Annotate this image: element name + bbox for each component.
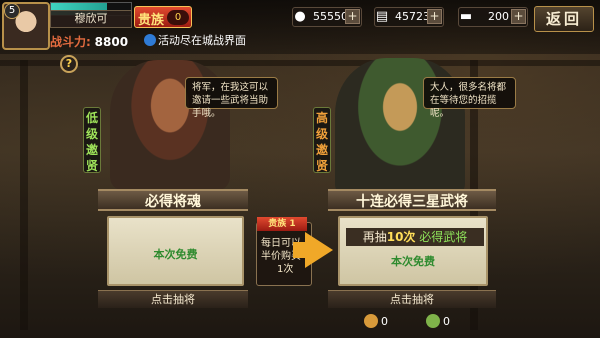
ten-draw-line: 再抽10次 必得武将 — [346, 228, 484, 246]
info-icon — [144, 34, 156, 46]
coin-value: 55550 — [313, 10, 348, 23]
low-recruit-speech: 将军，在我这可以邀请一些武将当助手哦。 — [185, 77, 278, 119]
high-recruit-panel[interactable]: 再抽10次 必得武将 本次免费 — [338, 216, 488, 286]
player-level-badge: 5 — [4, 3, 20, 19]
jade-token-icon — [426, 314, 440, 328]
background-pillar — [20, 60, 28, 330]
event-notice-text: 活动尽在城战界面 — [158, 34, 246, 47]
vip-label: 贵族 — [138, 13, 165, 28]
low-recruit-draw-button[interactable]: 点击抽将 — [98, 290, 248, 308]
recruit-token-value: 0 — [381, 315, 388, 328]
low-recruit-free-text: 本次免费 — [153, 248, 198, 261]
event-notice[interactable]: 活动尽在城战界面 — [144, 33, 304, 49]
vip-level: 0 — [167, 10, 189, 25]
ten-draw-count: 10次 — [386, 230, 416, 244]
gold-counter: ▬ 200 + — [458, 7, 528, 27]
combat-power: 战斗力: 8800 — [50, 33, 134, 49]
coin-counter: ● 55550 + — [292, 7, 362, 27]
add-gold-button[interactable]: + — [511, 9, 526, 24]
high-recruit-title: 十连必得三星武将 — [328, 189, 496, 211]
high-recruit-speech: 大人，很多名将都在等待您的招揽呢。 — [423, 77, 516, 119]
background-beam — [0, 60, 600, 66]
jade-token-counter: 0 — [426, 314, 450, 330]
combat-power-value: 8800 — [94, 35, 129, 49]
top-bar: 5 穆欣可 贵族 0 战斗力: 8800 活动尽在城战界面 ● 55550 + … — [0, 0, 600, 54]
vip-badge[interactable]: 贵族 0 — [134, 6, 192, 28]
scroll-icon: ▤ — [375, 9, 389, 24]
recruit-token-counter: 0 — [364, 314, 388, 330]
scroll-value: 45723 — [395, 10, 430, 23]
add-scroll-button[interactable]: + — [427, 9, 442, 24]
gold-ingot-icon: ▬ — [459, 9, 473, 24]
promo-times: 1次 — [277, 264, 294, 275]
coin-icon: ● — [294, 9, 306, 24]
ten-draw-suffix: 必得武将 — [419, 230, 468, 244]
low-recruit-panel[interactable]: 本次免费 — [107, 216, 244, 286]
high-recruit-free-text: 本次免费 — [391, 255, 435, 268]
player-name: 穆欣可 — [50, 10, 132, 28]
back-button[interactable]: 返回 — [534, 6, 594, 32]
jade-token-value: 0 — [443, 315, 450, 328]
add-coin-button[interactable]: + — [345, 9, 360, 24]
promo-vip-tag: 贵族 1 — [257, 217, 307, 231]
scroll-counter: ▤ 45723 + — [374, 7, 444, 27]
low-recruit-title: 必得将魂 — [98, 189, 248, 211]
high-recruit-banner: 高级邀贤 — [313, 107, 331, 173]
recruit-token-icon — [364, 314, 378, 328]
combat-power-label: 战斗力: — [50, 35, 91, 49]
ten-draw-prefix: 再抽 — [362, 230, 387, 244]
low-recruit-banner: 低级邀贤 — [83, 107, 101, 173]
arrow-right-icon — [305, 232, 333, 268]
high-recruit-draw-button[interactable]: 点击抽将 — [328, 290, 496, 308]
gold-value: 200 — [488, 10, 509, 23]
help-icon[interactable]: ? — [60, 55, 78, 73]
